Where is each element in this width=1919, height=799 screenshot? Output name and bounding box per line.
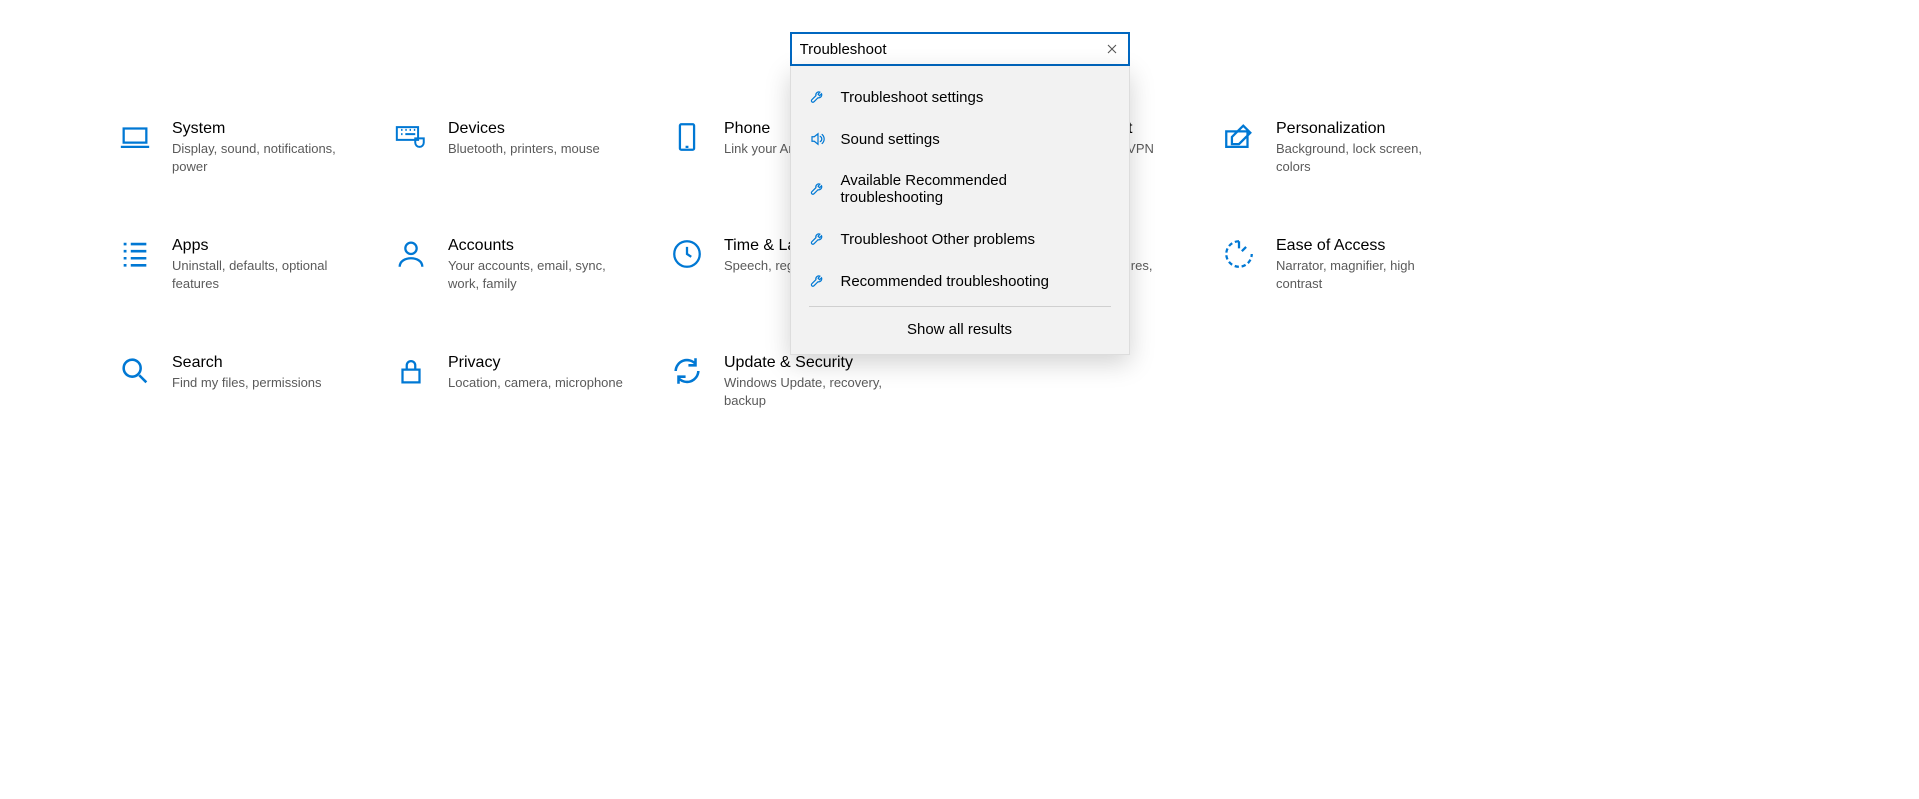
category-search[interactable]: Search Find my files, permissions [118,354,394,409]
category-personalization[interactable]: Personalization Background, lock screen,… [1222,120,1498,175]
suggestion-item[interactable]: Troubleshoot settings [791,76,1129,118]
category-title: Update & Security [724,354,899,372]
apps-list-icon [118,237,152,271]
suggestion-label: Troubleshoot Other problems [841,231,1036,248]
category-subtitle: Narrator, magnifier, high contrast [1276,257,1451,292]
wrench-icon [809,88,827,106]
category-subtitle: Location, camera, microphone [448,374,623,392]
pen-tablet-icon [1222,120,1256,154]
keyboard-icon [394,120,428,154]
category-subtitle: Display, sound, notifications, power [172,140,347,175]
suggestion-item[interactable]: Recommended troubleshooting [791,260,1129,302]
category-title: Search [172,354,322,372]
suggestion-item[interactable]: Troubleshoot Other problems [791,218,1129,260]
category-devices[interactable]: Devices Bluetooth, printers, mouse [394,120,670,175]
category-subtitle: Background, lock screen, colors [1276,140,1451,175]
suggestion-item[interactable]: Sound settings [791,118,1129,160]
time-language-icon [670,237,704,271]
category-subtitle: Your accounts, email, sync, work, family [448,257,623,292]
show-all-results-button[interactable]: Show all results [791,307,1129,354]
suggestion-item[interactable]: Available Recommended troubleshooting [791,160,1129,218]
category-update-security[interactable]: Update & Security Windows Update, recove… [670,354,946,409]
search-suggestions: Troubleshoot settings Sound settings Ava… [790,66,1130,355]
wrench-icon [809,180,827,198]
ease-of-access-icon [1222,237,1256,271]
suggestion-label: Troubleshoot settings [841,89,984,106]
category-title: Devices [448,120,600,138]
update-icon [670,354,704,388]
category-title: System [172,120,347,138]
wrench-icon [809,230,827,248]
clear-search-button[interactable] [1104,41,1120,57]
category-title: Apps [172,237,347,255]
search-icon [118,354,152,388]
category-privacy[interactable]: Privacy Location, camera, microphone [394,354,670,409]
lock-icon [394,354,428,388]
category-title: Privacy [448,354,623,372]
category-ease-of-access[interactable]: Ease of Access Narrator, magnifier, high… [1222,237,1498,292]
wrench-icon [809,272,827,290]
category-subtitle: Bluetooth, printers, mouse [448,140,600,158]
laptop-icon [118,120,152,154]
person-icon [394,237,428,271]
suggestion-label: Recommended troubleshooting [841,273,1049,290]
category-system[interactable]: System Display, sound, notifications, po… [118,120,394,175]
category-title: Accounts [448,237,623,255]
search-panel: Troubleshoot settings Sound settings Ava… [790,32,1130,355]
suggestion-label: Available Recommended troubleshooting [841,172,1111,206]
speaker-icon [809,130,827,148]
category-accounts[interactable]: Accounts Your accounts, email, sync, wor… [394,237,670,292]
close-icon [1104,41,1120,57]
search-input[interactable] [800,41,1104,58]
category-apps[interactable]: Apps Uninstall, defaults, optional featu… [118,237,394,292]
category-subtitle: Windows Update, recovery, backup [724,374,899,409]
phone-icon [670,120,704,154]
search-box[interactable] [790,32,1130,66]
category-subtitle: Find my files, permissions [172,374,322,392]
category-title: Ease of Access [1276,237,1451,255]
category-subtitle: Uninstall, defaults, optional features [172,257,347,292]
suggestion-label: Sound settings [841,131,940,148]
category-title: Personalization [1276,120,1451,138]
